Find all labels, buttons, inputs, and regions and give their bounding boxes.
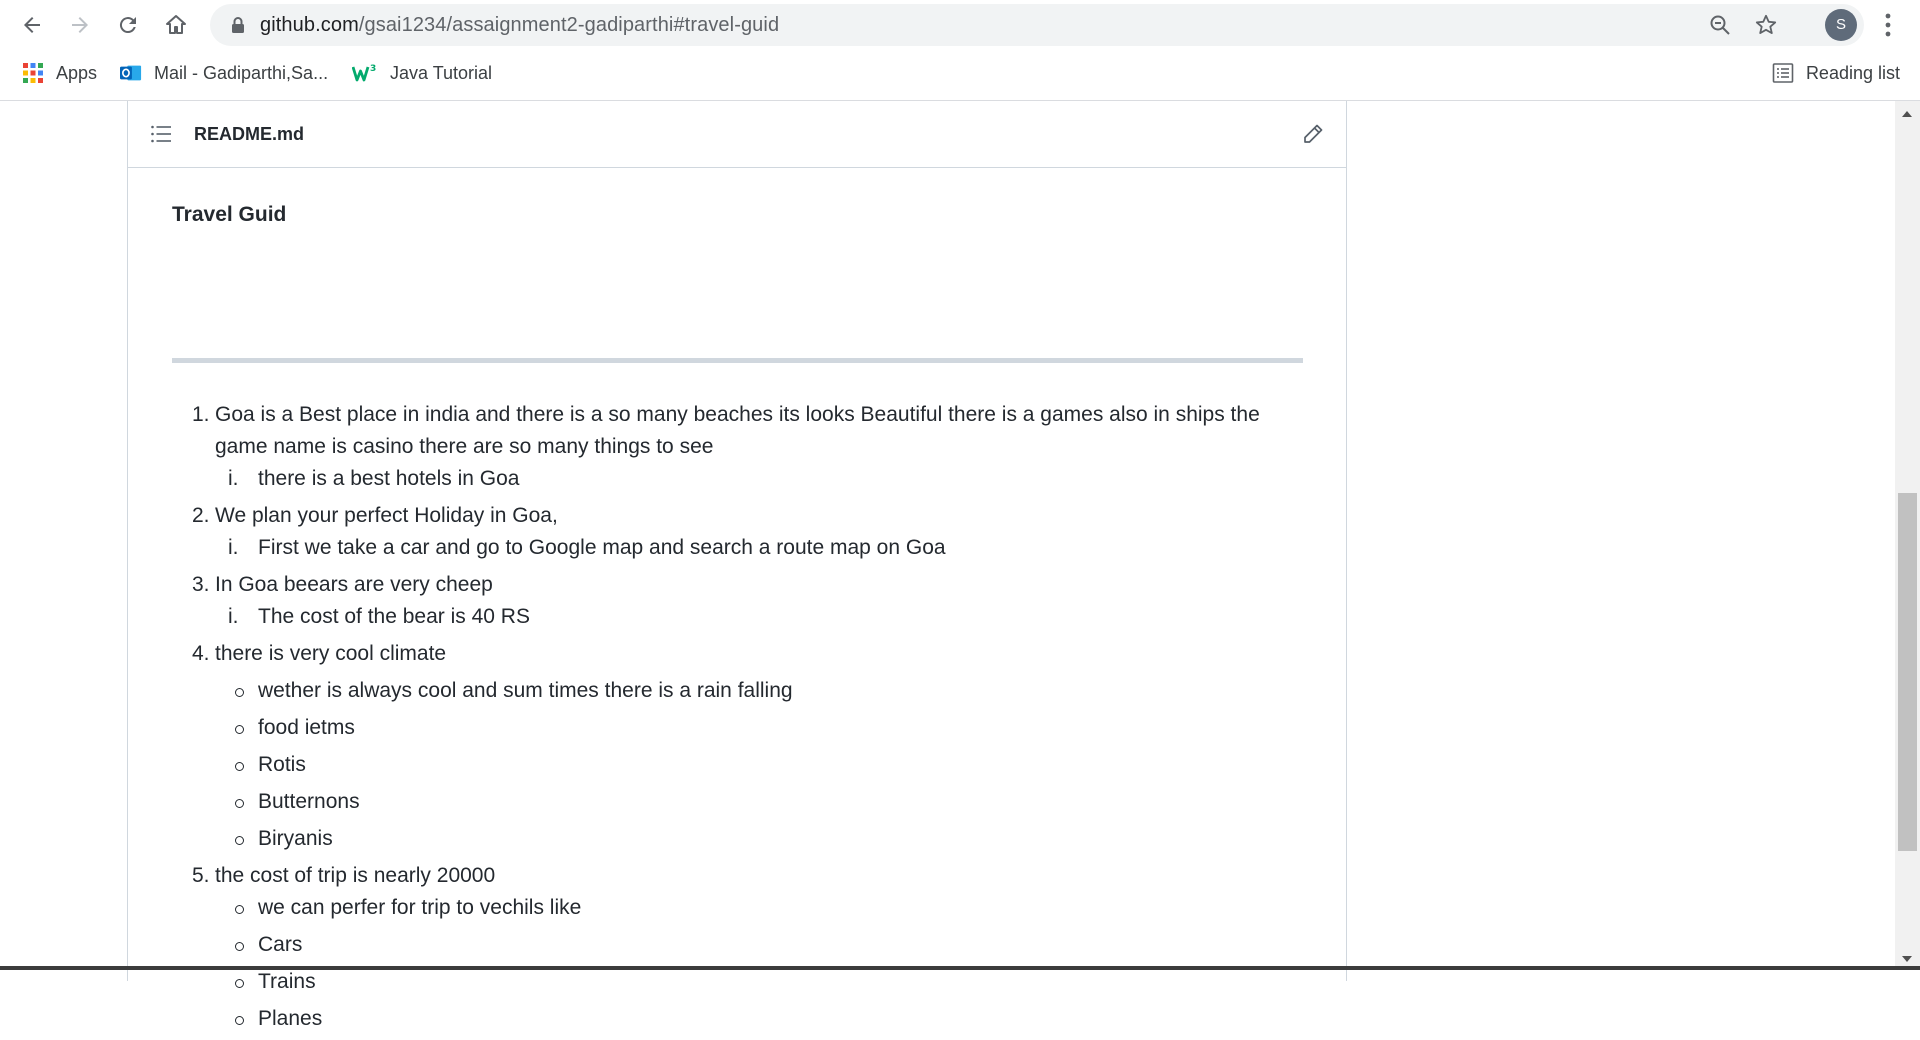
bullet-item: Cars	[172, 929, 1302, 961]
bullet-text: Biryanis	[258, 827, 333, 850]
apps-grid-icon	[23, 63, 43, 83]
bullet-text: Butternons	[258, 790, 360, 813]
list-item-text: Goa is a Best place in india and there i…	[215, 403, 1260, 458]
home-icon	[166, 15, 186, 34]
bookmark-star-icon[interactable]	[1754, 13, 1778, 37]
bullet-list: we can perfer for trip to vechils like C…	[172, 892, 1302, 1035]
bullet-item: Trains	[172, 966, 1302, 998]
sub-item-text: there is a best hotels in Goa	[258, 467, 520, 490]
ordered-list: 1. Goa is a Best place in india and ther…	[172, 399, 1302, 1040]
bullet-text: wether is always cool and sum times ther…	[258, 679, 793, 702]
list-number: 2.	[192, 504, 210, 527]
bullet-circle-icon	[235, 799, 244, 808]
bullet-circle-icon	[235, 979, 244, 988]
forward-arrow-icon	[72, 17, 88, 33]
bullet-item: food ietms	[172, 712, 1302, 744]
readme-header: README.md	[128, 101, 1346, 168]
sub-item-text: First we take a car and go to Google map…	[258, 536, 946, 559]
list-number: 3.	[192, 573, 210, 596]
roman-numeral: i.	[228, 605, 239, 628]
list-number: 5.	[192, 864, 210, 887]
list-number: 4.	[192, 642, 210, 665]
bullet-text: Trains	[258, 970, 316, 993]
bookmark-apps[interactable]: Apps	[22, 50, 97, 96]
bullet-item: wether is always cool and sum times ther…	[172, 675, 1302, 707]
edit-pencil-icon[interactable]	[1302, 123, 1324, 145]
bullet-circle-icon	[235, 725, 244, 734]
lock-icon	[232, 17, 244, 33]
taskbar-edge	[0, 966, 1920, 970]
bookmark-mail-label: Mail - Gadiparthi,Sa...	[154, 62, 329, 83]
roman-numeral: i.	[228, 467, 239, 490]
list-item-text: the cost of trip is nearly 20000	[215, 864, 496, 887]
bullet-item: Planes	[172, 1003, 1302, 1035]
url-text[interactable]: github.com/gsai1234/assaignment2-gadipar…	[260, 4, 779, 46]
table-of-contents-icon[interactable]	[150, 123, 172, 145]
list-item: 4. there is very cool climate wether is …	[172, 638, 1302, 855]
bullet-text: Cars	[258, 933, 303, 956]
sub-list-item: i. there is a best hotels in Goa	[172, 463, 1302, 495]
heading-divider	[172, 358, 1303, 363]
bullet-text: Rotis	[258, 753, 306, 776]
list-item: 2. We plan your perfect Holiday in Goa, …	[172, 500, 1302, 564]
bullet-circle-icon	[235, 836, 244, 845]
bullet-text: Planes	[258, 1007, 323, 1030]
scroll-down-arrow-icon[interactable]	[1902, 956, 1912, 962]
zoom-icon[interactable]	[1708, 13, 1732, 37]
section-heading: Travel Guid	[172, 203, 287, 226]
reading-list-button[interactable]: Reading list	[1772, 50, 1900, 96]
url-host: github.com	[260, 14, 359, 36]
home-button[interactable]	[160, 9, 192, 41]
bullet-list: wether is always cool and sum times ther…	[172, 675, 1302, 855]
scrollbar-thumb[interactable]	[1898, 493, 1917, 851]
bookmark-java-label: Java Tutorial	[390, 62, 493, 83]
list-item-text: there is very cool climate	[215, 642, 447, 665]
bookmark-java-tutorial[interactable]: 3 Java Tutorial	[352, 50, 492, 96]
reload-button[interactable]	[112, 9, 144, 41]
bullet-item: we can perfer for trip to vechils like	[172, 892, 1302, 924]
address-bar[interactable]: github.com/gsai1234/assaignment2-gadipar…	[210, 4, 1864, 46]
readme-card: README.md Travel Guid 1. Goa is a Best p…	[127, 101, 1347, 1030]
list-number: 1.	[192, 403, 210, 426]
bullet-circle-icon	[235, 762, 244, 771]
list-item-text: We plan your perfect Holiday in Goa,	[215, 504, 558, 527]
back-button[interactable]	[16, 9, 48, 41]
w3schools-icon: 3	[352, 64, 376, 82]
bullet-item: Butternons	[172, 786, 1302, 818]
bullet-circle-icon	[235, 942, 244, 951]
sub-list-item: i. First we take a car and go to Google …	[172, 532, 1302, 564]
svg-text:3: 3	[370, 64, 376, 74]
forward-button[interactable]	[64, 9, 96, 41]
list-item: 5. the cost of trip is nearly 20000 we c…	[172, 860, 1302, 1035]
more-menu-icon[interactable]	[1876, 11, 1900, 39]
reload-icon	[119, 17, 136, 34]
sub-item-text: The cost of the bear is 40 RS	[258, 605, 530, 628]
bullet-text: food ietms	[258, 716, 355, 739]
bullet-circle-icon	[235, 905, 244, 914]
roman-numeral: i.	[228, 536, 239, 559]
url-path: /gsai1234/assaignment2-gadiparthi#travel…	[358, 14, 780, 36]
bullet-circle-icon	[235, 688, 244, 697]
outlook-icon	[120, 65, 142, 81]
readme-filename[interactable]: README.md	[194, 101, 304, 167]
reading-list-icon	[1772, 63, 1794, 83]
list-item: 3. In Goa beears are very cheep i. The c…	[172, 569, 1302, 633]
bookmarks-bar: Apps Mail - Gadiparthi,Sa... 3 Java Tuto…	[0, 50, 1920, 101]
browser-toolbar: github.com/gsai1234/assaignment2-gadipar…	[0, 0, 1920, 50]
sub-list-item: i. The cost of the bear is 40 RS	[172, 601, 1302, 633]
list-item-text: In Goa beears are very cheep	[215, 573, 493, 596]
profile-avatar[interactable]: S	[1825, 9, 1857, 41]
scroll-up-arrow-icon[interactable]	[1902, 111, 1912, 117]
back-arrow-icon	[24, 17, 40, 33]
reading-list-label: Reading list	[1805, 62, 1900, 83]
bullet-item: Biryanis	[172, 823, 1302, 855]
bullet-item: Rotis	[172, 749, 1302, 781]
bullet-text: we can perfer for trip to vechils like	[258, 896, 582, 919]
list-item: 1. Goa is a Best place in india and ther…	[172, 399, 1302, 495]
bookmark-mail[interactable]: Mail - Gadiparthi,Sa...	[120, 50, 328, 96]
bullet-circle-icon	[235, 1016, 244, 1025]
bookmark-apps-label: Apps	[56, 62, 98, 83]
page-scrollbar[interactable]	[1895, 101, 1920, 970]
